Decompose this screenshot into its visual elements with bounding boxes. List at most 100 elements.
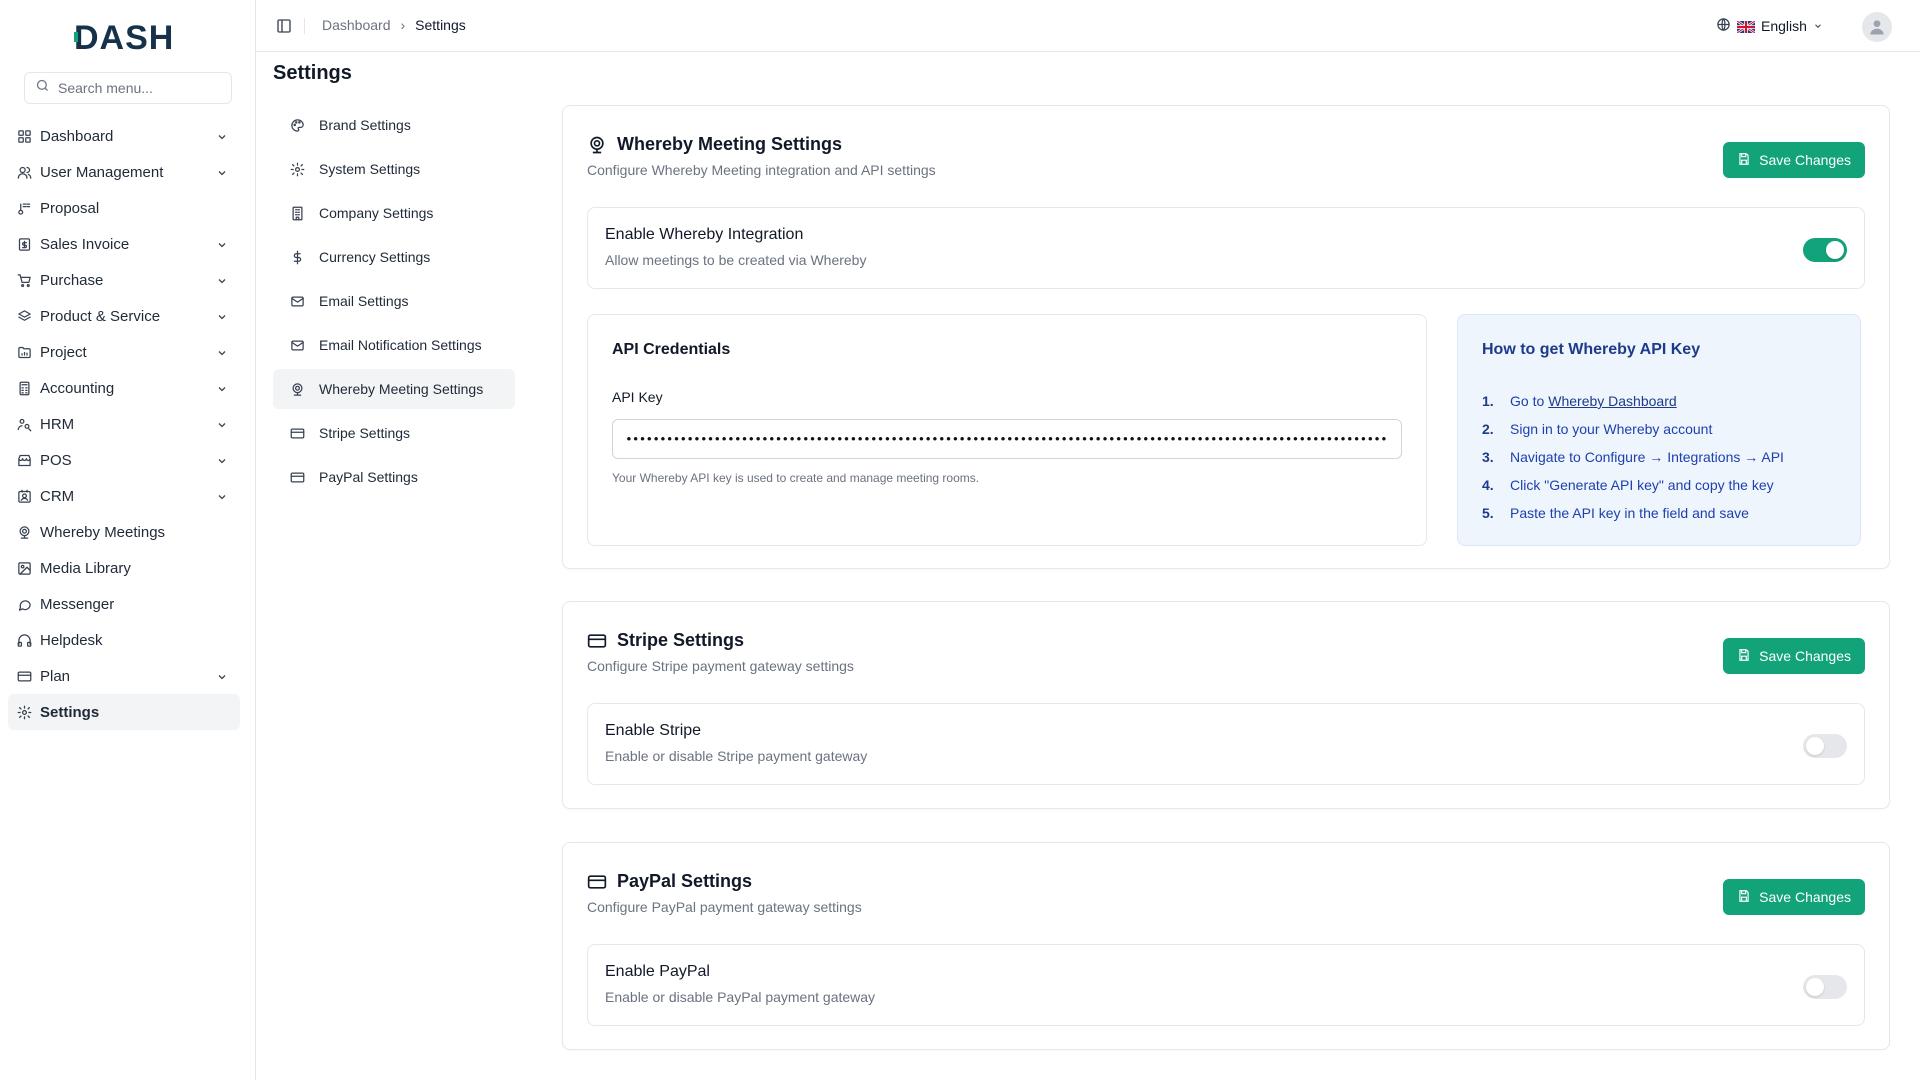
palette-icon <box>289 117 305 133</box>
sidebar-item-settings[interactable]: Settings <box>8 694 240 730</box>
stripe-enable-desc: Enable or disable Stripe payment gateway <box>605 748 868 764</box>
card-icon <box>289 425 305 441</box>
search-box <box>24 72 232 104</box>
sidebar-item-hrm[interactable]: HRM <box>8 406 240 442</box>
building-icon <box>289 205 305 221</box>
chevron-down-icon <box>216 418 228 430</box>
sidebar-toggle-icon[interactable] <box>276 18 292 34</box>
step-number: 1. <box>1482 393 1494 409</box>
sidebar-item-proposal[interactable]: Proposal <box>8 190 240 226</box>
user-icon <box>1870 20 1884 35</box>
paypal-card-title: PayPal Settings <box>587 871 752 892</box>
step-text: Navigate to Configure → Integrations → A… <box>1510 449 1784 465</box>
stripe-enable-toggle[interactable] <box>1803 734 1847 758</box>
sidebar-item-label: User Management <box>40 163 164 181</box>
howto-step: 4. Click "Generate API key" and copy the … <box>1482 471 1784 499</box>
sidebar-item-user-management[interactable]: User Management <box>8 154 240 190</box>
sidebar-item-label: HRM <box>40 415 75 433</box>
dash-logo-icon: DASH <box>74 20 174 54</box>
sidebar-item-messenger[interactable]: Messenger <box>8 586 240 622</box>
webcam-icon <box>16 524 32 540</box>
sidebar-item-label: Dashboard <box>40 127 114 145</box>
store-icon <box>16 452 32 468</box>
sidebar-item-helpdesk[interactable]: Helpdesk <box>8 622 240 658</box>
header-divider <box>304 18 305 34</box>
howto-step: 1. Go to Whereby Dashboard <box>1482 387 1784 415</box>
svg-text:DASH: DASH <box>74 20 174 54</box>
stripe-title-text: Stripe Settings <box>617 630 745 650</box>
settings-nav-currency-settings[interactable]: Currency Settings <box>273 237 515 277</box>
settings-nav-company-settings[interactable]: Company Settings <box>273 193 515 233</box>
api-key-howto-card: How to get Whereby API Key 1. Go to Whereb… <box>1457 314 1861 546</box>
paypal-subtitle: Configure PayPal payment gateway setting… <box>587 899 862 915</box>
sidebar-item-purchase[interactable]: Purchase <box>8 262 240 298</box>
sidebar-item-label: Whereby Meetings <box>40 523 166 541</box>
chevron-down-icon <box>216 346 228 358</box>
chevron-down-icon <box>216 130 228 142</box>
chevron-down-icon <box>216 382 228 394</box>
stripe-subtitle: Configure Stripe payment gateway setting… <box>587 658 854 674</box>
invoice-icon <box>16 236 32 252</box>
settings-nav-system-settings[interactable]: System Settings <box>273 149 515 189</box>
user-avatar[interactable] <box>1862 12 1892 42</box>
settings-nav-whereby-meeting-settings[interactable]: Whereby Meeting Settings <box>273 369 515 409</box>
settings-nav-label: Brand Settings <box>319 117 411 133</box>
settings-nav-brand-settings[interactable]: Brand Settings <box>273 105 515 145</box>
chevron-down-icon <box>216 166 228 178</box>
settings-nav-label: PayPal Settings <box>319 469 418 485</box>
paypal-enable-toggle[interactable] <box>1803 975 1847 999</box>
whereby-dashboard-link[interactable]: Whereby Dashboard <box>1548 393 1676 409</box>
settings-nav-stripe-settings[interactable]: Stripe Settings <box>273 413 515 453</box>
stripe-save-button[interactable]: Save Changes <box>1723 638 1865 674</box>
howto-step: 3. Navigate to Configure → Integrations →… <box>1482 443 1784 471</box>
language-selector[interactable]: English <box>1716 17 1823 35</box>
sidebar-menu: Dashboard User Management Proposal Sales In… <box>8 118 240 730</box>
sidebar-item-label: Media Library <box>40 559 131 577</box>
sidebar-item-accounting[interactable]: Accounting <box>8 370 240 406</box>
sidebar-item-label: Messenger <box>40 595 115 613</box>
search-input[interactable] <box>58 80 218 96</box>
chevron-down-icon <box>1813 18 1823 34</box>
sidebar-item-dashboard[interactable]: Dashboard <box>8 118 240 154</box>
sidebar-item-pos[interactable]: POS <box>8 442 240 478</box>
whereby-enable-toggle[interactable] <box>1803 238 1847 262</box>
step-number: 3. <box>1482 449 1494 465</box>
chevron-down-icon <box>216 670 228 682</box>
whereby-settings-card: Whereby Meeting Settings Configure Where… <box>562 105 1890 569</box>
sidebar-item-label: Settings <box>40 703 100 721</box>
settings-nav-label: Email Settings <box>319 293 409 309</box>
image-icon <box>16 560 32 576</box>
api-key-help: Your Whereby API key is used to create a… <box>612 471 980 485</box>
credit-card-icon <box>587 631 607 651</box>
toggle-knob <box>1806 737 1824 755</box>
settings-nav-paypal-settings[interactable]: PayPal Settings <box>273 457 515 497</box>
sidebar-item-product-service[interactable]: Product & Service <box>8 298 240 334</box>
breadcrumb-dashboard-link[interactable]: Dashboard <box>322 17 391 33</box>
paypal-enable-title: Enable PayPal <box>605 963 710 980</box>
sidebar-item-plan[interactable]: Plan <box>8 658 240 694</box>
whereby-save-button[interactable]: Save Changes <box>1723 142 1865 178</box>
settings-nav-email-notification-settings[interactable]: Email Notification Settings <box>273 325 515 365</box>
stripe-enable-title: Enable Stripe <box>605 722 702 739</box>
sidebar-item-media-library[interactable]: Media Library <box>8 550 240 586</box>
sidebar-item-label: Plan <box>40 667 71 685</box>
sidebar-item-project[interactable]: Project <box>8 334 240 370</box>
step-text: Paste the API key in the field and save <box>1510 505 1749 521</box>
sidebar-item-crm[interactable]: CRM <box>8 478 240 514</box>
chevron-down-icon <box>216 310 228 322</box>
api-key-input[interactable] <box>612 419 1402 459</box>
calculator-icon <box>16 380 32 396</box>
toggle-knob <box>1806 978 1824 996</box>
whereby-enable-desc: Allow meetings to be created via Whereby <box>605 252 867 268</box>
dollar-icon <box>289 249 305 265</box>
paypal-save-button[interactable]: Save Changes <box>1723 879 1865 915</box>
card-icon <box>289 469 305 485</box>
sidebar-item-label: Purchase <box>40 271 104 289</box>
sidebar-item-sales-invoice[interactable]: Sales Invoice <box>8 226 240 262</box>
sidebar-item-label: Product & Service <box>40 307 161 325</box>
gear-icon <box>289 161 305 177</box>
logo[interactable]: DASH <box>74 20 182 54</box>
sidebar-item-whereby-meetings[interactable]: Whereby Meetings <box>8 514 240 550</box>
save-label: Save Changes <box>1759 889 1851 905</box>
settings-nav-email-settings[interactable]: Email Settings <box>273 281 515 321</box>
